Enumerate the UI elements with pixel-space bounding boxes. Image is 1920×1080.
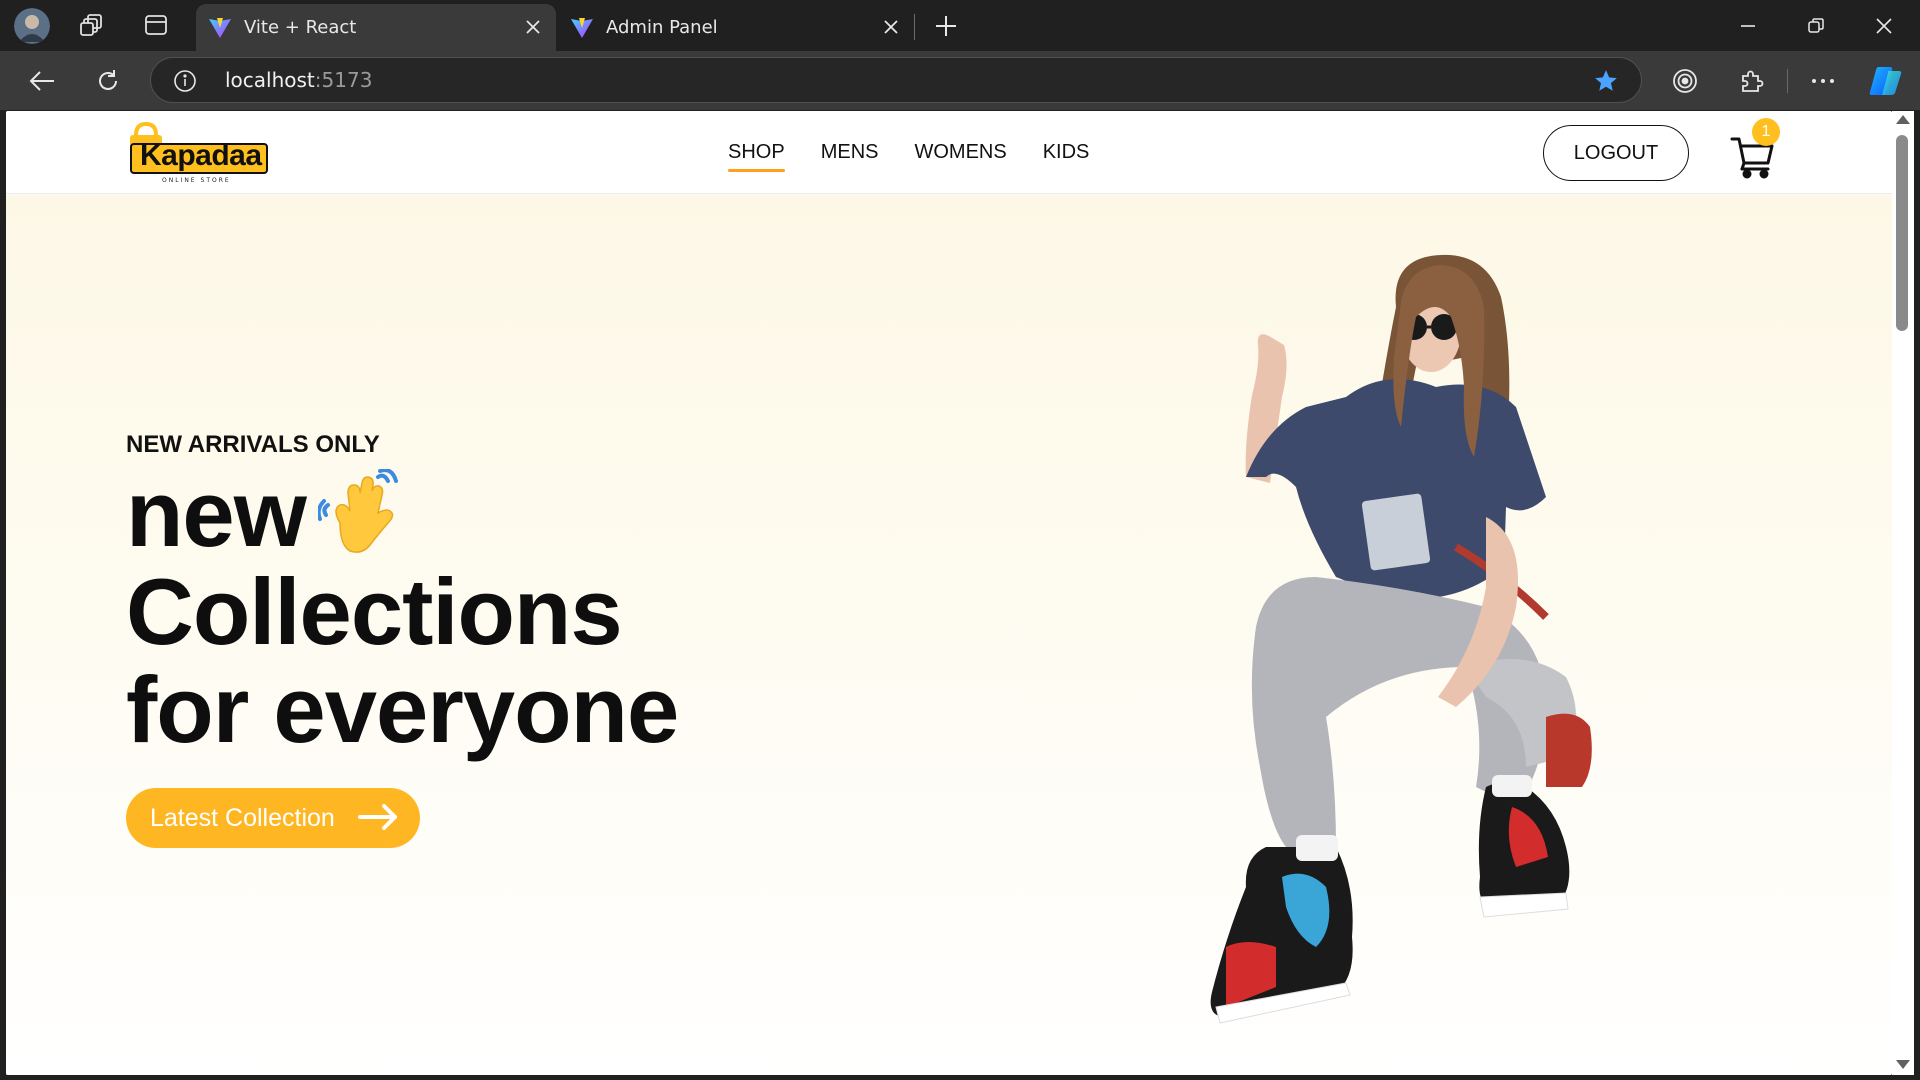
page-viewport: Kapadaa ONLINE STORE SHOP MENS WOMENS KI… [6,111,1892,1075]
nav-item-kids[interactable]: KIDS [1043,141,1090,164]
url-port: :5173 [314,68,373,92]
hero-headline: new Collections for everyone [126,465,679,762]
vite-icon [570,16,594,45]
copilot-icon[interactable] [1866,61,1906,101]
tab-admin-panel[interactable]: Admin Panel [558,4,914,51]
restore-icon[interactable] [1782,0,1850,51]
vertical-tabs-icon[interactable] [138,8,174,42]
close-icon[interactable] [878,14,904,40]
headline-line-1: new [126,465,678,563]
hero-eyebrow: NEW ARRIVALS ONLY [126,431,380,458]
nav-item-womens[interactable]: WOMENS [914,141,1006,164]
workspaces-icon[interactable] [74,8,110,42]
extensions-icon[interactable] [1731,61,1771,101]
more-icon[interactable] [1803,61,1843,101]
headline-new: new [126,461,307,566]
plus-icon[interactable] [928,8,964,44]
back-icon[interactable] [22,61,62,101]
profile-avatar[interactable] [14,8,50,44]
close-window-icon[interactable] [1850,0,1918,51]
logo-text: Kapadaa [140,139,262,172]
cta-label: Latest Collection [150,803,335,832]
nav-item-shop[interactable]: SHOP [728,141,785,172]
info-icon[interactable] [173,69,197,93]
site-navbar: Kapadaa ONLINE STORE SHOP MENS WOMENS KI… [6,111,1892,194]
scroll-thumb[interactable] [1896,135,1908,331]
tab-title: Vite + React [244,17,357,38]
scroll-up-arrow[interactable] [1896,115,1910,124]
toolbar-divider [1787,69,1788,93]
arrow-right-icon [358,804,397,830]
browser-tab-strip: Vite + React Admin Panel [0,0,1920,51]
hero-section: NEW ARRIVALS ONLY new Collections for ev… [6,195,1892,1075]
main-nav: SHOP MENS WOMENS KIDS [728,141,1090,172]
scroll-down-arrow[interactable] [1896,1060,1910,1069]
latest-collection-button[interactable]: Latest Collection [126,788,420,848]
address-bar[interactable]: localhost:5173 [150,57,1642,103]
hero-model-image [1210,254,1592,1024]
site-logo[interactable]: Kapadaa ONLINE STORE [126,121,276,187]
logo-tagline: ONLINE STORE [162,177,231,184]
headline-line-3: for everyone [126,657,679,762]
vite-icon [208,16,232,45]
logout-button[interactable]: LOGOUT [1543,125,1689,181]
tab-title: Admin Panel [606,17,718,38]
waving-hand-icon [316,467,406,574]
minimize-icon[interactable] [1714,0,1782,51]
nav-item-mens[interactable]: MENS [821,141,879,164]
tracking-icon[interactable] [1665,61,1705,101]
star-icon[interactable] [1593,68,1619,98]
headline-line-2: Collections [126,559,623,664]
tab-vite-react[interactable]: Vite + React [196,4,556,51]
close-icon[interactable] [520,14,546,40]
refresh-icon[interactable] [88,61,128,101]
url-text: localhost:5173 [225,68,372,92]
cart-count-badge: 1 [1752,118,1780,146]
page-scrollbar[interactable] [1892,111,1914,1075]
browser-toolbar: localhost:5173 [0,51,1920,110]
tab-divider [914,14,915,40]
url-host: localhost [225,68,315,92]
